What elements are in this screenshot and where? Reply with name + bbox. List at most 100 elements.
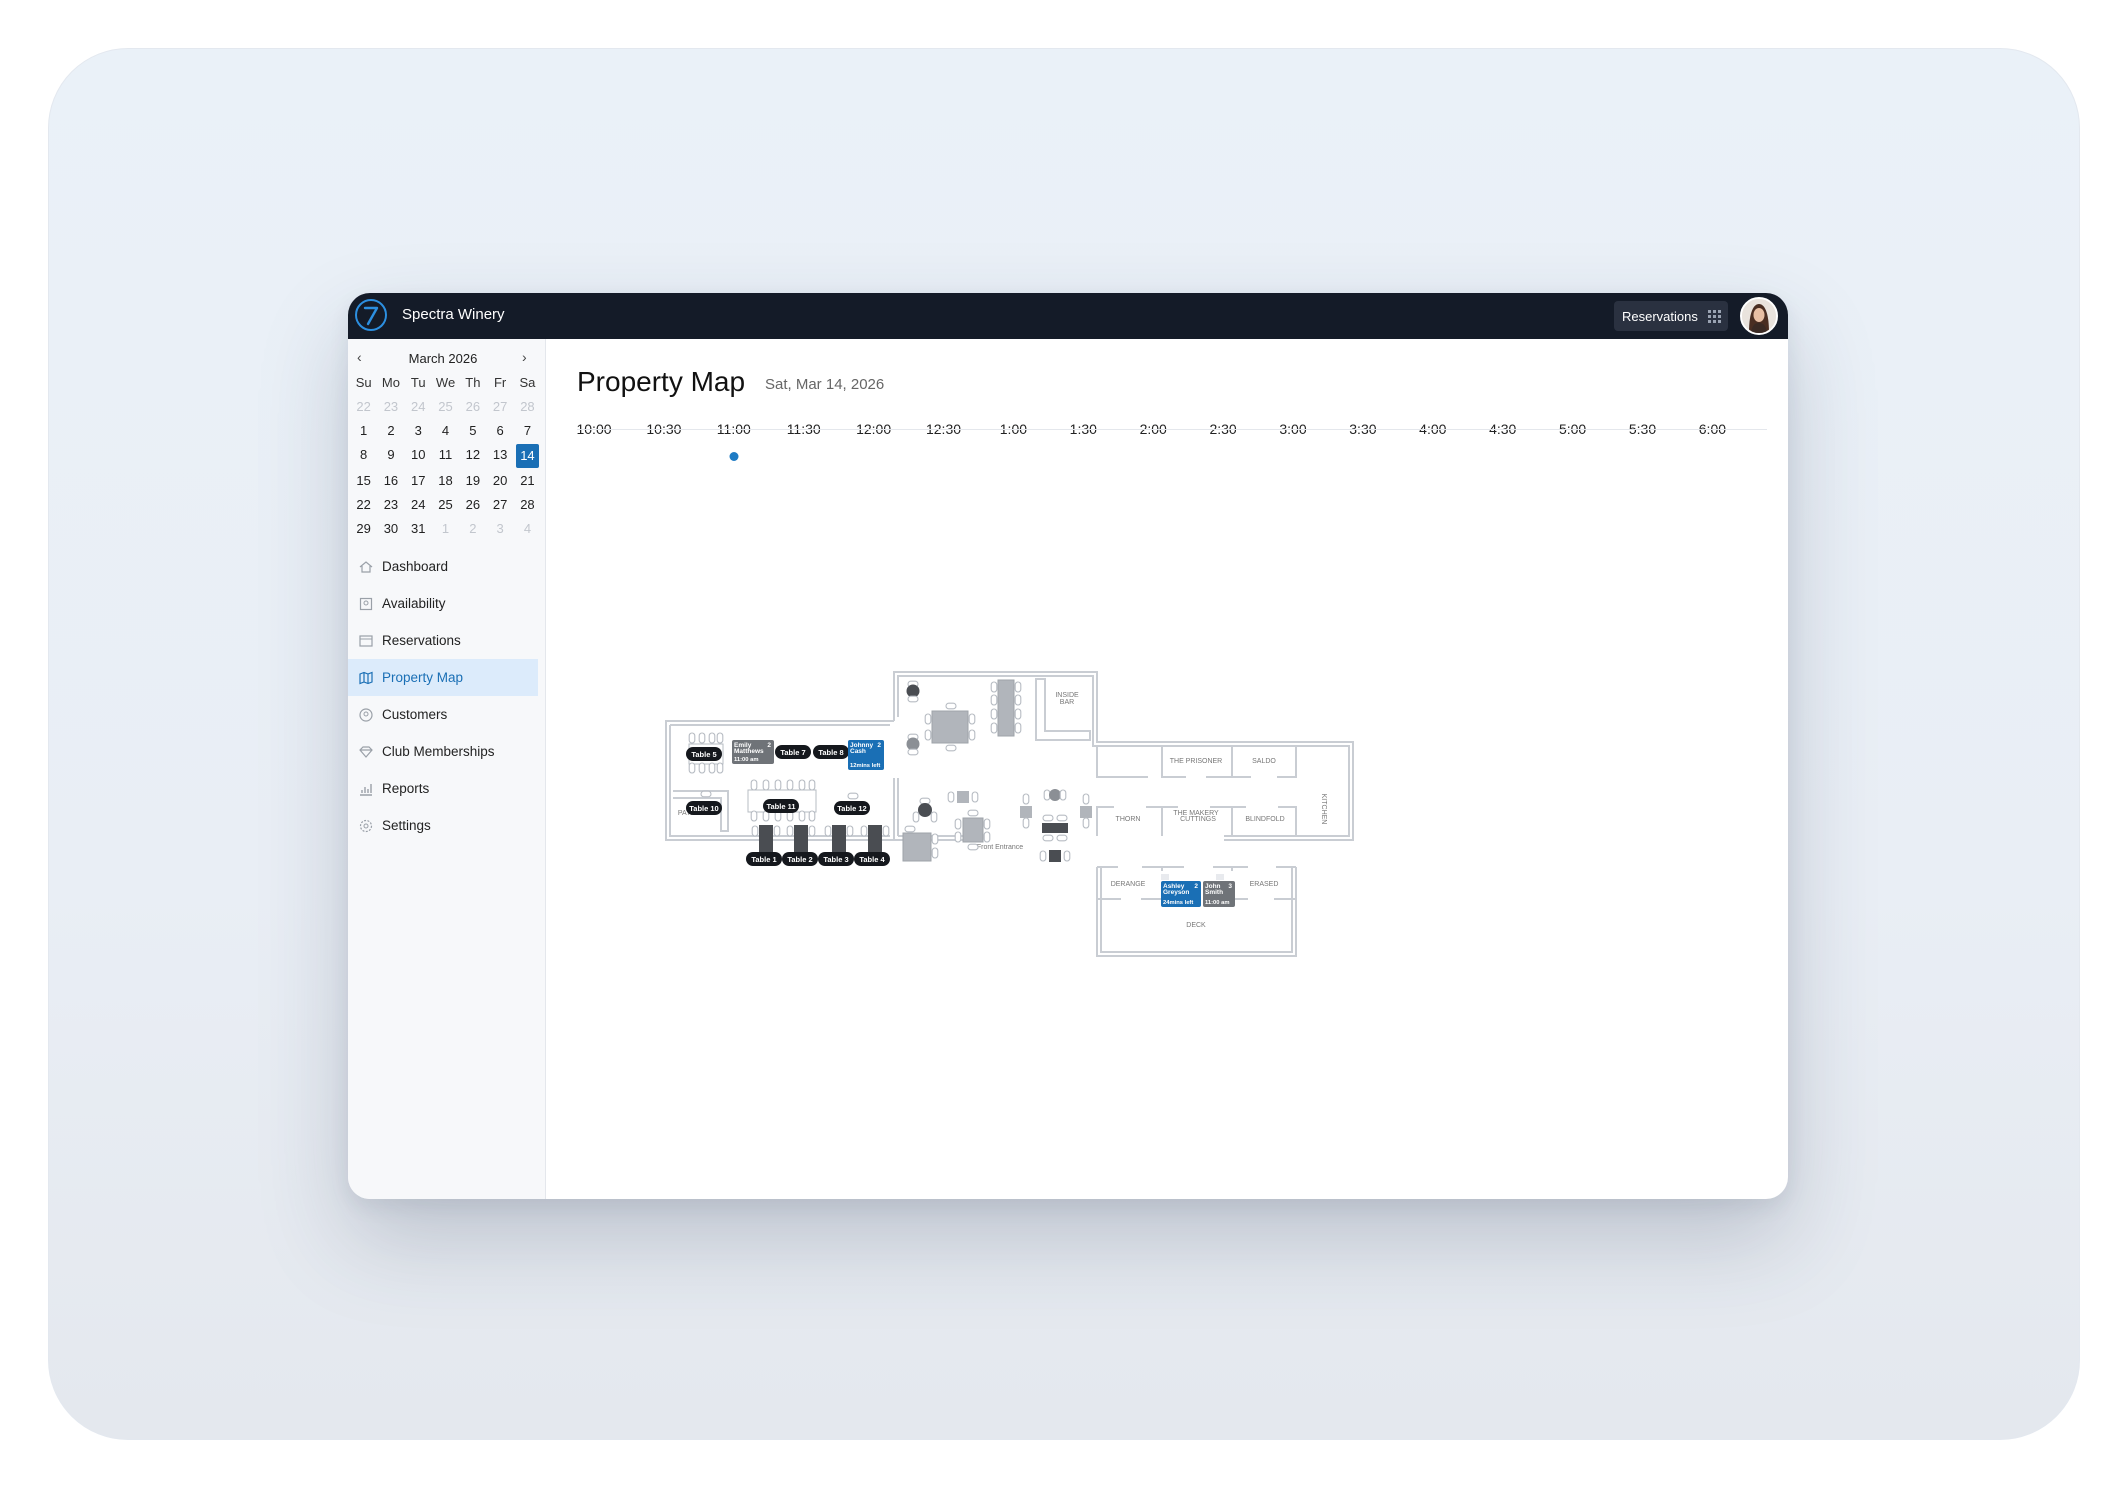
calendar-day[interactable]: 25 (432, 493, 459, 517)
calendar-grid: Su Mo Tu We Th Fr Sa 22 23 24 25 26 27 28 1 2 3 4 5 6 7 8 9 10 1… (350, 371, 540, 541)
calendar-weekday: Mo (381, 375, 400, 390)
table-pill-label: Table 11 (766, 802, 795, 811)
calendar-day[interactable]: 8 (350, 443, 377, 467)
table-pill-label: Table 2 (787, 855, 812, 864)
calendar-day[interactable]: 6 (486, 419, 513, 443)
calendar-day[interactable]: 22 (350, 493, 377, 517)
table-pill-table-11[interactable]: Table 11 (763, 799, 799, 813)
user-avatar[interactable] (1740, 297, 1778, 335)
app-window: Spectra Winery Reservations ‹ March 2026… (348, 293, 1788, 1199)
furniture (688, 679, 1224, 880)
calendar-day[interactable]: 4 (432, 419, 459, 443)
calendar-day[interactable]: 26 (459, 493, 486, 517)
sidebar-item-settings[interactable]: Settings (348, 807, 538, 844)
calendar-day[interactable]: 10 (405, 443, 432, 467)
table-pill-table-5[interactable]: Table 5 (686, 747, 722, 761)
reservation-card[interactable]: AshleyGreyson224mins left (1161, 881, 1201, 907)
calendar-day[interactable]: 28 (514, 493, 541, 517)
guest-last-name: Greyson (1163, 889, 1189, 896)
calendar-day[interactable]: 27 (486, 493, 513, 517)
brand-name: Spectra Winery (402, 306, 505, 323)
calendar-day[interactable]: 3 (405, 419, 432, 443)
sidebar-item-customers[interactable]: Customers (348, 696, 538, 733)
room-label-erased: ERASED (1250, 881, 1279, 888)
calendar-day[interactable]: 22 (350, 395, 377, 419)
top-bar: Spectra Winery Reservations (348, 293, 1788, 339)
calendar-day[interactable]: 11 (432, 443, 459, 467)
calendar-day[interactable]: 23 (377, 493, 404, 517)
calendar-day[interactable]: 5 (459, 419, 486, 443)
calendar-day[interactable]: 3 (486, 517, 513, 541)
reservations-menu-button[interactable]: Reservations (1614, 301, 1728, 331)
calendar-day[interactable]: 7 (514, 419, 541, 443)
table-pill-table-2[interactable]: Table 2 (782, 852, 818, 866)
reservation-status: 12mins left (850, 763, 880, 769)
table-pill-table-1[interactable]: Table 1 (746, 852, 782, 866)
calendar-day[interactable]: 24 (405, 395, 432, 419)
calendar-day[interactable]: 25 (432, 395, 459, 419)
table-pill-table-8[interactable]: Table 8 (813, 745, 849, 759)
calendar-day[interactable]: 9 (377, 443, 404, 467)
calendar-header: ‹ March 2026 › (348, 349, 546, 369)
table-pill-label: Table 7 (780, 748, 805, 757)
calendar-next-button[interactable]: › (522, 349, 527, 365)
calendar-day[interactable]: 20 (486, 469, 513, 493)
calendar-day-selected[interactable]: 14 (515, 444, 540, 468)
calendar-day[interactable]: 15 (350, 469, 377, 493)
calendar-day[interactable]: 29 (350, 517, 377, 541)
sidebar-item-reports[interactable]: Reports (348, 770, 538, 807)
calendar-day[interactable]: 28 (514, 395, 541, 419)
sidebar-item-label: Reservations (382, 633, 461, 648)
calendar-day[interactable]: 18 (432, 469, 459, 493)
calendar-day[interactable]: 31 (405, 517, 432, 541)
calendar-day[interactable]: 13 (486, 443, 513, 467)
sidebar-item-label: Settings (382, 818, 431, 833)
sidebar-item-reservations[interactable]: Reservations (348, 622, 538, 659)
calendar-day[interactable]: 19 (459, 469, 486, 493)
reservation-card[interactable]: JohnnyCash212mins left (848, 740, 884, 770)
sidebar-item-label: Reports (382, 781, 430, 796)
reservation-card[interactable]: JohnSmith311:00 am (1203, 881, 1235, 907)
calendar-weekday: We (435, 375, 456, 390)
calendar-day[interactable]: 17 (405, 469, 432, 493)
inside-bar-label-2: BAR (1060, 699, 1074, 706)
table-pill-table-7[interactable]: Table 7 (775, 745, 811, 759)
reservation-status: 11:00 am (1205, 900, 1230, 906)
calendar-day[interactable]: 16 (377, 469, 404, 493)
table-pill-table-12[interactable]: Table 12 (834, 801, 870, 815)
room-label-prisoner: THE PRISONER (1170, 758, 1223, 765)
spectra-logo-icon[interactable] (354, 298, 388, 332)
sidebar-nav: Dashboard Availability Reservations Propert… (348, 548, 546, 844)
table-pill-table-4[interactable]: Table 4 (854, 852, 890, 866)
party-size: 2 (877, 742, 881, 749)
table-pill-table-3[interactable]: Table 3 (818, 852, 854, 866)
calendar-day[interactable]: 1 (350, 419, 377, 443)
table-pill-label: Table 3 (823, 855, 848, 864)
sidebar-item-availability[interactable]: Availability (348, 585, 538, 622)
reservation-status: 11:00 am (734, 757, 759, 763)
sidebar-item-dashboard[interactable]: Dashboard (348, 548, 538, 585)
calendar-day[interactable]: 2 (377, 419, 404, 443)
diamond-icon (359, 745, 373, 758)
calendar-day[interactable]: 21 (514, 469, 541, 493)
calendar-day[interactable]: 12 (459, 443, 486, 467)
party-size: 2 (767, 742, 771, 749)
sidebar-item-label: Club Memberships (382, 744, 495, 759)
sidebar-item-property-map[interactable]: Property Map (348, 659, 538, 696)
table-pill-table-10[interactable]: Table 10 (686, 801, 722, 815)
main-content: Property Map Sat, Mar 14, 2026 10:00 10:3… (546, 339, 1788, 1199)
calendar-day[interactable]: 23 (377, 395, 404, 419)
front-entrance-label: Front Entrance (977, 844, 1023, 851)
calendar-day[interactable]: 4 (514, 517, 541, 541)
avatar-photo-icon (1742, 299, 1776, 333)
calendar-day[interactable]: 26 (459, 395, 486, 419)
sidebar-item-club-memberships[interactable]: Club Memberships (348, 733, 538, 770)
inside-bar-label-1: INSIDE (1055, 692, 1079, 699)
calendar-day[interactable]: 1 (432, 517, 459, 541)
calendar-day[interactable]: 2 (459, 517, 486, 541)
calendar-day[interactable]: 30 (377, 517, 404, 541)
reservation-card[interactable]: EmilyMatthews211:00 am (732, 740, 774, 764)
calendar-day[interactable]: 24 (405, 493, 432, 517)
guest-last-name: Matthews (734, 748, 764, 755)
calendar-day[interactable]: 27 (486, 395, 513, 419)
